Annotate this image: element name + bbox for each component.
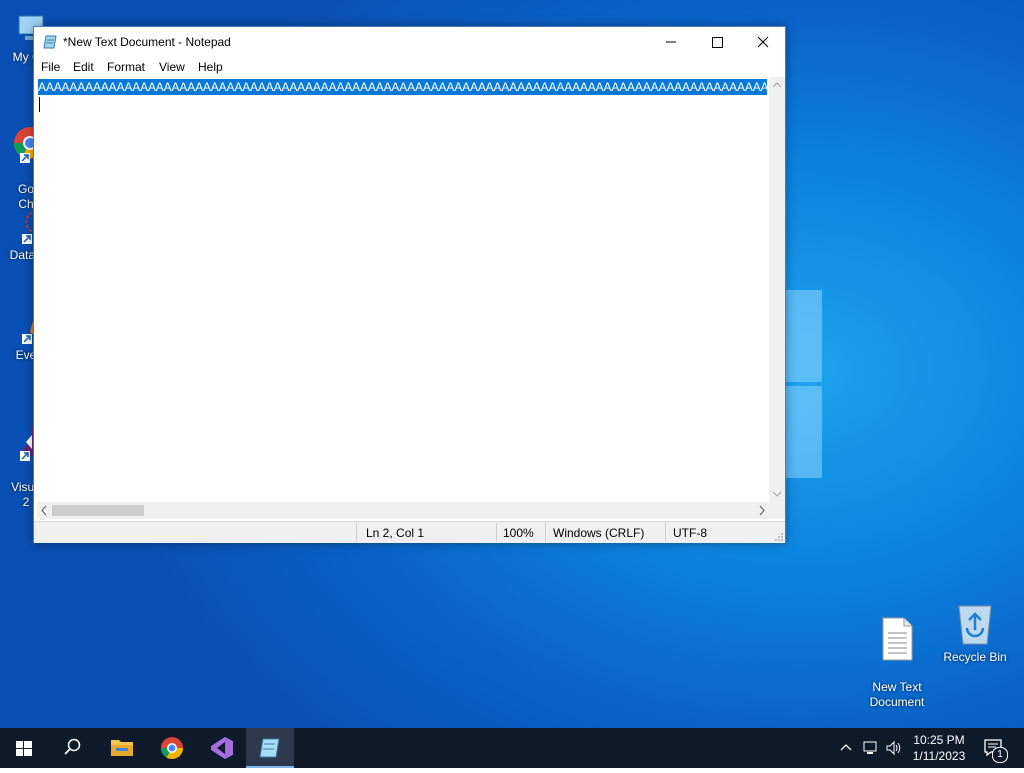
maximize-button[interactable] <box>694 27 740 57</box>
taskbar-file-explorer[interactable] <box>98 728 146 768</box>
status-separator <box>545 523 546 542</box>
close-button[interactable] <box>740 27 786 57</box>
scroll-left-icon[interactable] <box>37 502 52 519</box>
desktop-icon-label: New Text Document <box>869 680 925 709</box>
status-separator <box>356 523 357 542</box>
scroll-right-icon[interactable] <box>754 502 769 519</box>
scroll-up-icon[interactable] <box>769 77 785 93</box>
status-cursor-position: Ln 2, Col 1 <box>366 526 425 540</box>
status-bar: Ln 2, Col 1 100% Windows (CRLF) UTF-8 <box>34 521 785 543</box>
horizontal-scroll-thumb[interactable] <box>52 505 144 516</box>
folder-icon <box>111 740 133 756</box>
status-separator <box>496 523 497 542</box>
chrome-icon <box>161 737 183 759</box>
horizontal-scrollbar[interactable] <box>37 502 769 519</box>
notification-badge: 1 <box>992 747 1008 763</box>
taskbar-notepad[interactable] <box>246 728 294 768</box>
maximize-icon <box>712 37 723 48</box>
desktop-icon-label: Recycle Bin <box>943 650 1007 664</box>
search-button[interactable] <box>48 728 96 768</box>
resize-grip-icon[interactable] <box>774 532 784 542</box>
scrollbar-corner <box>769 502 785 519</box>
text-file-icon <box>882 617 913 661</box>
chevron-up-icon[interactable] <box>838 738 854 758</box>
menu-view[interactable]: View <box>159 60 185 74</box>
scroll-down-icon[interactable] <box>769 486 785 502</box>
clock-date: 1/11/2023 <box>912 749 966 763</box>
network-icon[interactable] <box>862 738 880 758</box>
menu-format[interactable]: Format <box>107 60 145 74</box>
title-bar[interactable]: *New Text Document - Notepad <box>34 27 785 57</box>
status-separator <box>665 523 666 542</box>
taskbar-visual-studio[interactable] <box>197 728 245 768</box>
status-zoom: 100% <box>503 526 534 540</box>
desktop-icon-label: Go Ch <box>17 182 34 211</box>
taskbar-chrome[interactable] <box>148 728 196 768</box>
menu-edit[interactable]: Edit <box>73 60 94 74</box>
search-icon <box>64 738 81 755</box>
system-clock[interactable]: 10:25 PM 1/11/2023 <box>905 732 973 764</box>
status-line-ending: Windows (CRLF) <box>553 526 645 540</box>
clock-time: 10:25 PM <box>913 733 965 747</box>
minimize-button[interactable] <box>648 27 694 57</box>
close-icon <box>757 36 769 48</box>
vertical-scrollbar[interactable] <box>769 77 785 502</box>
taskbar: 10:25 PM 1/11/2023 1 <box>0 728 1024 768</box>
windows-start-icon <box>16 741 32 756</box>
recycle-bin-icon <box>958 605 992 645</box>
menu-file[interactable]: File <box>41 60 60 74</box>
notification-center-button[interactable]: 1 <box>980 736 1008 763</box>
notepad-icon <box>43 35 57 49</box>
desktop-icon-new-text-document[interactable]: New Text Document <box>859 602 935 710</box>
menu-bar: File Edit Format View Help <box>34 57 785 77</box>
desktop-icon-recycle-bin[interactable]: Recycle Bin <box>937 602 1013 665</box>
minimize-icon <box>666 41 676 43</box>
visual-studio-icon <box>211 737 233 759</box>
text-editor[interactable]: AAAAAAAAAAAAAAAAAAAAAAAAAAAAAAAAAAAAAAAA… <box>37 77 769 502</box>
notepad-window[interactable]: *New Text Document - Notepad File Edit F… <box>33 26 786 543</box>
status-encoding: UTF-8 <box>673 526 707 540</box>
windows-logo-pane <box>786 386 822 478</box>
text-caret <box>39 97 40 112</box>
window-title: *New Text Document - Notepad <box>63 35 231 49</box>
windows-logo-pane <box>786 290 822 382</box>
desktop: My Co Go Ch DataW Ever Visua 2 New Text … <box>0 0 1024 728</box>
selected-text[interactable]: AAAAAAAAAAAAAAAAAAAAAAAAAAAAAAAAAAAAAAAA… <box>38 79 767 95</box>
volume-icon[interactable] <box>885 738 903 758</box>
menu-help[interactable]: Help <box>198 60 223 74</box>
notepad-icon <box>259 738 280 758</box>
start-button[interactable] <box>0 728 48 768</box>
